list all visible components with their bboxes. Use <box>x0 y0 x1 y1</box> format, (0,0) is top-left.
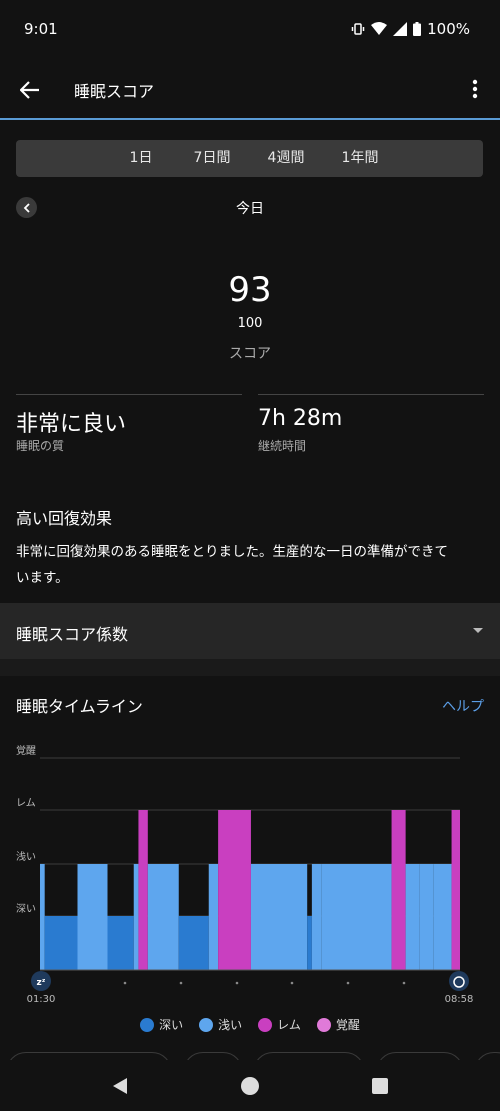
sleep-score-value: 93 <box>228 270 272 310</box>
vibrate-icon <box>351 23 365 35</box>
triangle-back-icon <box>113 1078 127 1094</box>
sleep-timeline-chart: 覚醒レム浅い深い zᶻ 01:30 08:58 <box>16 744 474 1005</box>
timeline-bar <box>433 864 452 970</box>
timeline-bar <box>451 810 460 970</box>
timeline-title: 睡眠タイムライン <box>16 697 143 716</box>
legend-label-deep: 深い <box>159 1018 184 1032</box>
x-tick-dot <box>123 981 127 985</box>
chart-legend: 深い 浅い レム 覚醒 <box>0 1016 500 1033</box>
arrow-left-icon <box>20 81 39 99</box>
circle-home-icon <box>241 1077 259 1095</box>
battery-percent: 100% <box>427 20 470 38</box>
y-axis-label: 浅い <box>16 850 36 863</box>
timeline-bar <box>107 916 134 970</box>
recovery-title: 高い回復効果 <box>16 509 113 528</box>
cell-signal-icon <box>393 22 408 36</box>
legend-label-awake: 覚醒 <box>335 1018 360 1032</box>
page-title: 睡眠スコア <box>74 82 155 101</box>
sleep-score-factors-expander[interactable]: 睡眠スコア係数 <box>0 603 500 659</box>
date-label: 今日 <box>236 201 264 217</box>
more-options-button[interactable] <box>460 72 490 106</box>
tab-1day[interactable]: 1日 <box>111 140 171 177</box>
recovery-line-2: います。 <box>16 570 69 586</box>
legend-dot-rem <box>258 1017 273 1032</box>
legend-dot-awake <box>316 1017 331 1032</box>
system-nav-bar <box>0 1060 500 1111</box>
timeline-bar <box>77 864 108 970</box>
legend-dot-deep <box>140 1017 155 1032</box>
chevron-down-icon <box>473 628 483 633</box>
app-bar: 睡眠スコア <box>0 60 500 120</box>
y-axis-label: 覚醒 <box>16 744 36 757</box>
legend-item-awake: 覚醒 <box>316 1016 360 1033</box>
sleep-duration-label: 継続時間 <box>258 439 307 453</box>
legend-item-rem: レム <box>258 1016 301 1033</box>
end-time-label: 08:58 <box>445 994 474 1005</box>
help-link[interactable]: ヘルプ <box>442 696 484 716</box>
more-vertical-icon <box>472 79 478 99</box>
status-bar: 9:01 100% <box>0 0 500 60</box>
legend-label-rem: レム <box>277 1018 301 1032</box>
factors-title: 睡眠スコア係数 <box>16 625 129 644</box>
timeline-bar <box>40 864 45 970</box>
metric-divider-right <box>258 394 484 395</box>
alarm-clock-icon <box>449 971 469 991</box>
tab-7days[interactable]: 7日間 <box>182 140 242 177</box>
nav-home-button[interactable] <box>238 1074 262 1098</box>
tab-1year[interactable]: 1年間 <box>330 140 390 177</box>
legend-item-light: 浅い <box>199 1016 242 1033</box>
period-tabs: 1日 7日間 4週間 1年間 <box>16 140 483 177</box>
legend-label-light: 浅い <box>218 1018 243 1032</box>
metric-divider-left <box>16 394 242 395</box>
sleep-quality-label: 睡眠の質 <box>16 439 65 453</box>
back-button[interactable] <box>14 74 46 106</box>
x-tick-dot <box>179 981 183 985</box>
timeline-bar <box>307 916 312 970</box>
timeline-bar <box>44 916 78 970</box>
legend-item-deep: 深い <box>140 1016 183 1033</box>
wifi-icon <box>371 22 388 35</box>
start-time-label: 01:30 <box>27 994 56 1005</box>
timeline-bar <box>178 916 209 970</box>
timeline-bar <box>133 864 139 970</box>
x-tick-dot <box>346 981 350 985</box>
timeline-bar <box>138 810 148 970</box>
sleep-score-label: スコア <box>229 346 271 362</box>
y-axis-label: 深い <box>16 903 36 915</box>
y-axis-label: レム <box>16 797 36 809</box>
sleep-score-max: 100 <box>237 316 263 331</box>
recovery-line-1: 非常に回復効果のある睡眠をとりました。生産的な一日の準備ができて <box>16 544 448 560</box>
tab-4weeks[interactable]: 4週間 <box>256 140 316 177</box>
x-tick-dot <box>290 981 294 985</box>
timeline-bar <box>218 810 251 970</box>
sleep-duration-value: 7h 28m <box>258 406 343 431</box>
timeline-bar <box>147 864 179 970</box>
battery-icon <box>413 22 422 36</box>
nav-recents-button[interactable] <box>368 1074 392 1098</box>
x-tick-dot <box>235 981 239 985</box>
timeline-bar <box>419 864 434 970</box>
timeline-bar <box>405 864 420 970</box>
status-time: 9:01 <box>24 20 58 38</box>
recovery-description: 非常に回復効果のある睡眠をとりました。生産的な一日の準備ができて います。 <box>16 539 486 591</box>
timeline-bar <box>250 864 308 970</box>
legend-dot-light <box>199 1017 214 1032</box>
square-recents-icon <box>372 1078 388 1094</box>
zzz-icon: zᶻ <box>37 978 46 988</box>
x-tick-dot <box>402 981 406 985</box>
sleep-quality-value: 非常に良い <box>16 412 127 437</box>
status-icons: 100% <box>351 20 470 38</box>
section-gap <box>0 659 500 676</box>
timeline-bar <box>321 864 392 970</box>
timeline-bar <box>311 864 322 970</box>
timeline-bar <box>391 810 406 970</box>
timeline-bar <box>208 864 219 970</box>
nav-back-button[interactable] <box>108 1074 132 1098</box>
